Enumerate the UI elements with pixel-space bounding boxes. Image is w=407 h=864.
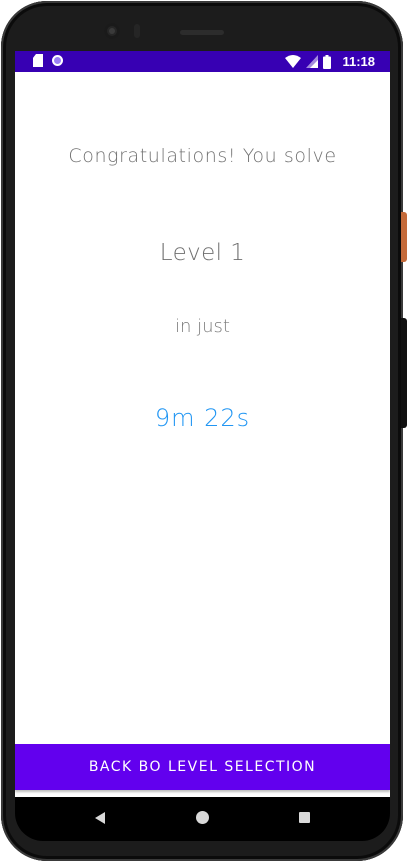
recents-icon[interactable] [299, 812, 310, 823]
wifi-icon [285, 55, 302, 68]
battery-icon [323, 54, 332, 69]
status-time: 11:18 [342, 54, 375, 69]
level-title: Level 1 [159, 240, 246, 266]
status-bar: 11:18 [15, 51, 390, 72]
cell-signal-icon [306, 55, 319, 68]
status-left-icons [33, 54, 63, 67]
home-icon[interactable] [196, 811, 209, 824]
sensor-icon [134, 24, 140, 38]
navigation-bar [15, 797, 390, 841]
phone-device-frame: 11:18 Congratulations! You solve Level 1… [0, 0, 407, 864]
front-camera-icon [104, 23, 120, 39]
in-just-text: in just [175, 316, 230, 337]
back-to-level-selection-button[interactable]: BACK BO LEVEL SELECTION [15, 744, 390, 790]
notification-dot-icon [52, 55, 63, 66]
congratulations-text: Congratulations! You solve [68, 145, 337, 167]
result-content: Congratulations! You solve Level 1 in ju… [15, 72, 390, 744]
status-right-icons: 11:18 [285, 53, 375, 70]
earpiece-speaker [180, 30, 224, 35]
volume-button [401, 318, 407, 428]
app-screen: 11:18 Congratulations! You solve Level 1… [15, 51, 390, 797]
sim-card-icon [33, 54, 43, 67]
power-button [401, 212, 407, 262]
back-icon[interactable] [95, 812, 105, 824]
solve-time-value: 9m 22s [154, 404, 251, 432]
